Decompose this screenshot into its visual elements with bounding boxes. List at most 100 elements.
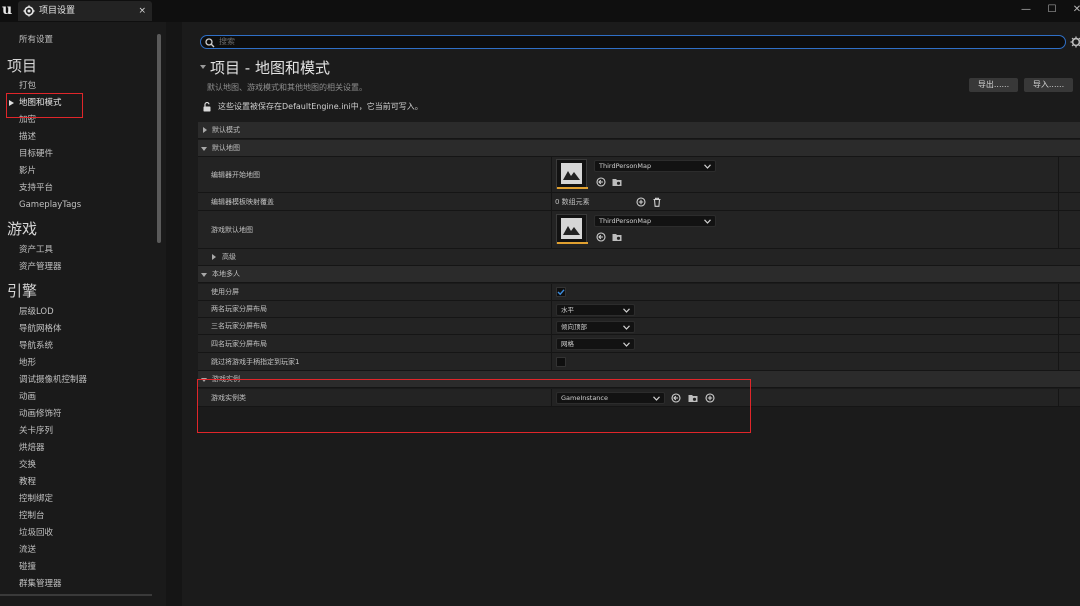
right-divider (1058, 157, 1059, 192)
use-splitscreen-checkbox[interactable] (556, 287, 566, 297)
minimize-button[interactable]: — (1015, 2, 1037, 18)
close-tab-button[interactable]: × (138, 4, 146, 18)
skip-first-controller-checkbox[interactable] (556, 357, 566, 367)
unreal-logo: u (2, 2, 13, 18)
sidebar-item-tutorials[interactable]: 教程 (19, 476, 36, 488)
category-default-modes[interactable]: 默认模式 (198, 122, 1080, 139)
category-local-multiplayer[interactable]: 本地多人 (198, 266, 1080, 283)
right-divider (1058, 353, 1059, 370)
sidebar-item-hlod[interactable]: 层级LOD (19, 306, 54, 318)
sidebar-item-landscape[interactable]: 地形 (19, 357, 36, 369)
import-button[interactable]: 导入...... (1024, 78, 1073, 92)
property-skip-first-controller: 跳过将游戏手柄指定到玩家1 (198, 353, 1080, 371)
search-box[interactable] (200, 35, 1066, 49)
combo-value: ThirdPersonMap (599, 162, 652, 170)
chevron-down-icon (623, 308, 630, 313)
three-player-layout-combo[interactable]: 倾向顶部 (556, 321, 635, 333)
trash-icon[interactable] (652, 197, 662, 207)
search-icon (205, 37, 215, 47)
tab-title: 项目设置 (39, 6, 76, 16)
right-divider (1058, 389, 1059, 406)
sidebar-item-cooker[interactable]: 烘焙器 (19, 442, 45, 454)
sidebar-item-packaging[interactable]: 打包 (19, 80, 36, 92)
close-window-button[interactable]: ✕ (1066, 2, 1080, 18)
sidebar-item-level-sequence[interactable]: 关卡序列 (19, 425, 53, 437)
sidebar-item-gameplaytags[interactable]: GameplayTags (19, 199, 81, 211)
expand-arrow-icon (212, 254, 216, 260)
four-player-layout-combo[interactable]: 网格 (556, 338, 635, 350)
column-divider (551, 318, 552, 334)
sidebar-item-movies[interactable]: 影片 (19, 165, 36, 177)
tab-project-settings[interactable]: 项目设置 × (18, 1, 152, 21)
property-two-player-layout: 两名玩家分屏布局 (198, 301, 1080, 318)
sidebar-item-control-rig[interactable]: 控制绑定 (19, 493, 53, 505)
property-label: 跳过将游戏手柄指定到玩家1 (211, 358, 300, 366)
sidebar-item-console[interactable]: 控制台 (19, 510, 45, 522)
collapse-arrow-icon (201, 147, 207, 151)
sidebar-heading-game: 游戏 (7, 220, 38, 238)
sidebar-scrollbar[interactable] (157, 34, 161, 243)
property-label: 两名玩家分屏布局 (211, 305, 267, 313)
right-divider (1058, 211, 1059, 248)
category-label: 默认地图 (212, 144, 240, 152)
sidebar-item-navmesh[interactable]: 导航网格体 (19, 323, 62, 335)
right-divider (1058, 284, 1059, 300)
settings-icon (23, 5, 35, 17)
sidebar-item-navigation-system[interactable]: 导航系统 (19, 340, 53, 352)
sidebar-item-target-hardware[interactable]: 目标硬件 (19, 148, 53, 160)
chevron-down-icon (623, 342, 630, 347)
combo-value: 网格 (561, 340, 574, 348)
editor-startup-map-combo[interactable]: ThirdPersonMap (594, 160, 716, 172)
browse-back-arrow-icon[interactable] (596, 177, 606, 187)
sidebar-item-debug-camera[interactable]: 调试摄像机控制器 (19, 374, 87, 386)
sidebar-item-animation-modifiers[interactable]: 动画修饰符 (19, 408, 62, 420)
category-advanced[interactable]: 高级 (198, 249, 1080, 266)
sidebar-item-supported-platforms[interactable]: 支持平台 (19, 182, 53, 194)
sidebar-item-all-settings[interactable]: 所有设置 (19, 34, 53, 46)
combo-value: 水平 (561, 306, 574, 314)
column-divider (551, 301, 552, 317)
search-input[interactable] (219, 36, 1039, 48)
column-divider (551, 157, 552, 192)
asset-type-bar (557, 187, 588, 189)
checkmark-icon (557, 289, 565, 296)
sidebar-item-asset-tools[interactable]: 资产工具 (19, 244, 53, 256)
browse-folder-icon[interactable] (612, 177, 622, 187)
browse-back-arrow-icon[interactable] (596, 232, 606, 242)
sidebar-item-animation[interactable]: 动画 (19, 391, 36, 403)
map-thumbnail[interactable] (556, 159, 588, 189)
category-default-maps[interactable]: 默认地图 (198, 140, 1080, 157)
browse-folder-icon[interactable] (612, 232, 622, 242)
export-button[interactable]: 导出...... (969, 78, 1018, 92)
two-player-layout-combo[interactable]: 水平 (556, 304, 635, 316)
sidebar-item-description[interactable]: 描述 (19, 131, 36, 143)
column-divider (551, 211, 552, 248)
highlight-box-sidebar (6, 93, 83, 118)
project-settings-window: { "window": { "logo": "u", "tab_title": … (0, 0, 1080, 606)
game-default-map-combo[interactable]: ThirdPersonMap (594, 215, 716, 227)
page-subtitle: 默认地图、游戏模式和其他地图的相关设置。 (207, 83, 367, 92)
property-label: 三名玩家分屏布局 (211, 322, 267, 330)
property-label: 使用分屏 (211, 288, 239, 296)
category-label: 本地多人 (212, 270, 240, 278)
add-element-icon[interactable] (636, 197, 646, 207)
chevron-down-icon (623, 325, 630, 330)
sidebar-item-asset-manager[interactable]: 资产管理器 (19, 261, 62, 273)
sidebar-item-garbage-collection[interactable]: 垃圾回收 (19, 527, 53, 539)
maximize-button[interactable]: ☐ (1041, 2, 1063, 18)
asset-type-bar (557, 242, 588, 244)
sidebar-heading-engine: 引擎 (7, 282, 38, 300)
sidebar-item-crowd-manager[interactable]: 群集管理器 (19, 578, 62, 590)
collapse-caret-icon[interactable] (200, 65, 206, 69)
sidebar-item-interchange[interactable]: 交换 (19, 459, 36, 471)
sidebar-item-streaming[interactable]: 流送 (19, 544, 36, 556)
sidebar-horizontal-scrollbar[interactable] (0, 594, 152, 596)
map-thumbnail[interactable] (556, 214, 588, 244)
right-divider (1058, 335, 1059, 352)
map-asset-icon (561, 218, 582, 239)
right-divider (1058, 193, 1059, 210)
gear-icon[interactable] (1070, 36, 1080, 48)
property-label: 游戏默认地图 (211, 226, 253, 234)
array-count: 0 数组元素 (555, 198, 590, 206)
sidebar-item-collision[interactable]: 碰撞 (19, 561, 36, 573)
